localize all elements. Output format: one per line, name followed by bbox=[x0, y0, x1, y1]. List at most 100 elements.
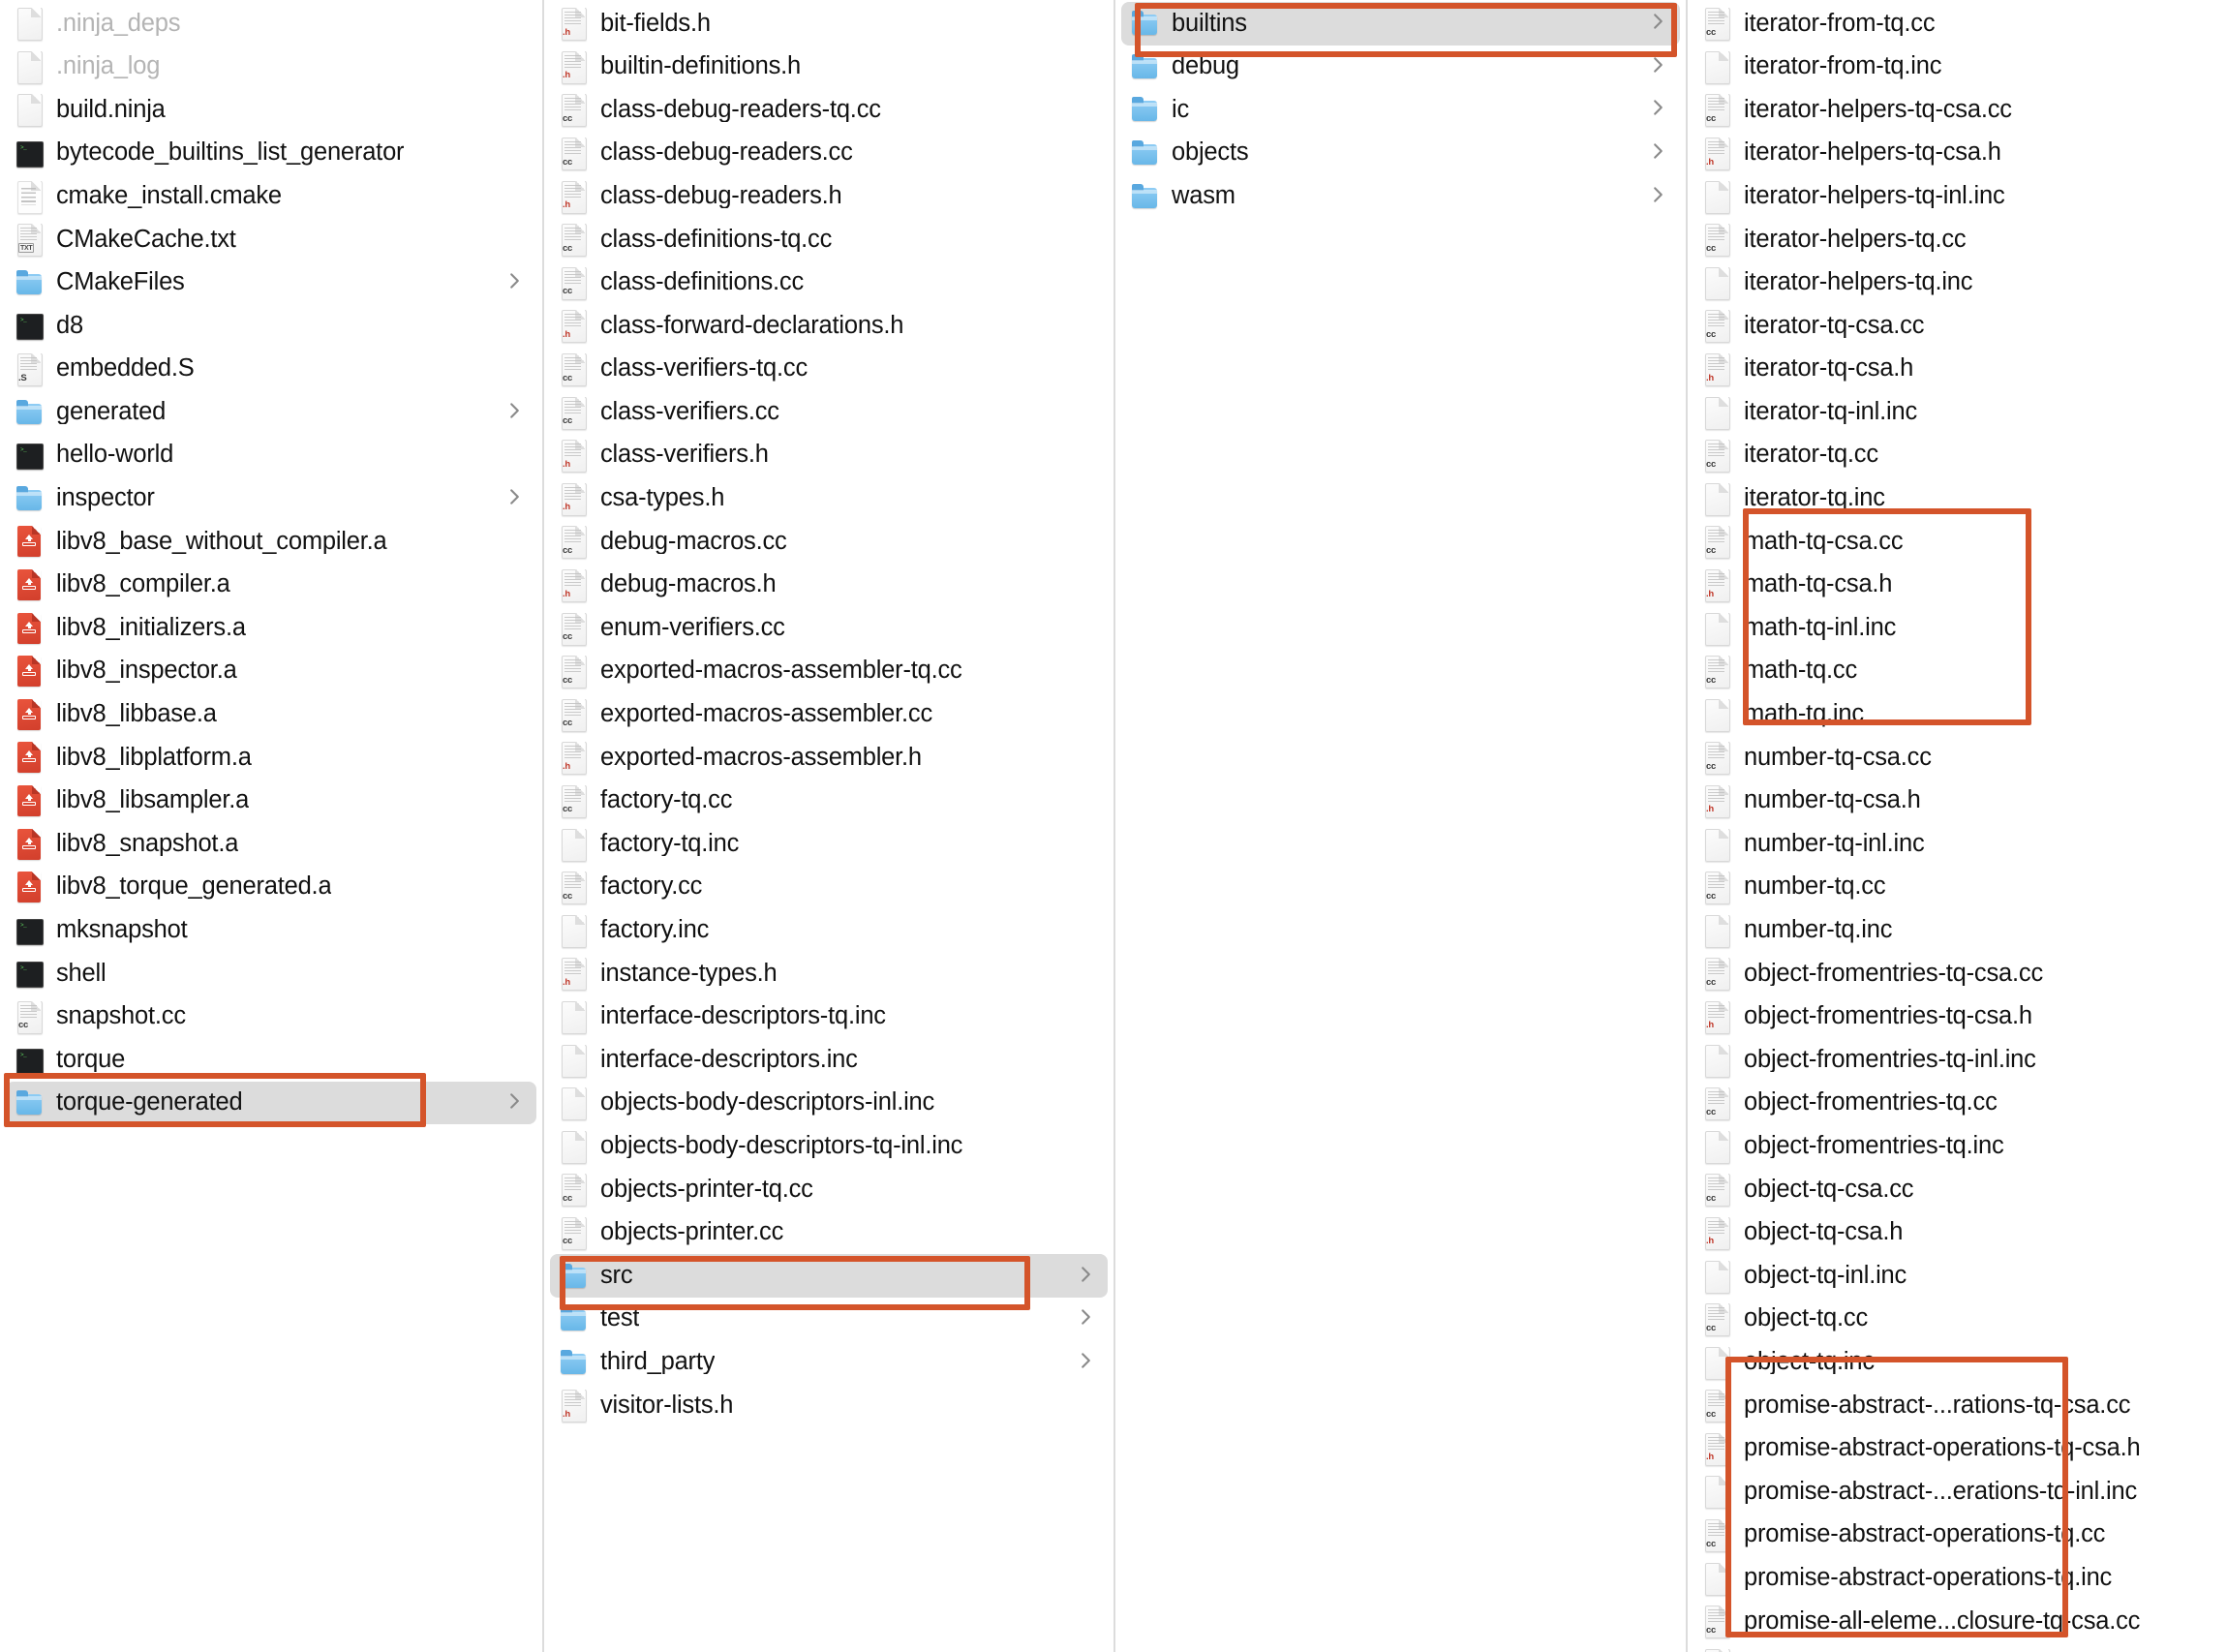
disclosure-chevron-icon[interactable] bbox=[1081, 1266, 1094, 1287]
file-row[interactable]: >_ torque bbox=[6, 1038, 536, 1082]
file-row[interactable]: object-tq-inl.inc bbox=[1693, 1254, 2221, 1298]
file-row[interactable]: cc promise-abstract-...rations-tq-csa.cc bbox=[1693, 1384, 2221, 1427]
file-row[interactable]: cc objects-printer-tq.cc bbox=[550, 1168, 1108, 1211]
file-row[interactable]: .h promise-abstract-operations-tq-csa.h bbox=[1693, 1427, 2221, 1471]
folder-row[interactable]: objects bbox=[1121, 132, 1680, 175]
file-row[interactable]: interface-descriptors.inc bbox=[550, 1038, 1108, 1082]
file-row[interactable]: object-fromentries-tq.inc bbox=[1693, 1124, 2221, 1168]
folder-row[interactable]: generated bbox=[6, 390, 536, 434]
file-row[interactable]: cc number-tq-csa.cc bbox=[1693, 736, 2221, 780]
file-row[interactable]: .h class-verifiers.h bbox=[550, 434, 1108, 477]
file-row[interactable]: >_ shell bbox=[6, 952, 536, 995]
file-row[interactable]: cc snapshot.cc bbox=[6, 995, 536, 1039]
file-row[interactable]: libv8_torque_generated.a bbox=[6, 866, 536, 909]
file-row[interactable]: number-tq.inc bbox=[1693, 908, 2221, 952]
file-row[interactable]: cc exported-macros-assembler.cc bbox=[550, 693, 1108, 737]
file-row[interactable]: .h number-tq-csa.h bbox=[1693, 780, 2221, 823]
file-row[interactable]: object-fromentries-tq-inl.inc bbox=[1693, 1038, 2221, 1082]
file-row[interactable]: cc object-tq-csa.cc bbox=[1693, 1168, 2221, 1211]
file-row[interactable]: >_ d8 bbox=[6, 304, 536, 348]
file-row[interactable]: libv8_compiler.a bbox=[6, 564, 536, 607]
file-row[interactable]: libv8_libsampler.a bbox=[6, 780, 536, 823]
file-row[interactable]: cc iterator-from-tq.cc bbox=[1693, 2, 2221, 46]
file-row[interactable]: >_ mksnapshot bbox=[6, 908, 536, 952]
disclosure-chevron-icon[interactable] bbox=[1653, 186, 1666, 207]
folder-row[interactable]: torque-generated bbox=[6, 1081, 536, 1125]
file-row[interactable]: .h class-debug-readers.h bbox=[550, 174, 1108, 218]
disclosure-chevron-icon[interactable] bbox=[509, 402, 523, 423]
folder-row[interactable]: CMakeFiles bbox=[6, 261, 536, 305]
finder-column-3[interactable]: builtins debug ic objects wasm bbox=[1115, 0, 1688, 1652]
file-row[interactable]: cc class-definitions-tq.cc bbox=[550, 218, 1108, 261]
file-row[interactable]: libv8_libplatform.a bbox=[6, 736, 536, 780]
file-row[interactable]: cmake_install.cmake bbox=[6, 174, 536, 218]
file-row[interactable]: .h builtin-definitions.h bbox=[550, 46, 1108, 89]
file-row[interactable]: iterator-from-tq.inc bbox=[1693, 46, 2221, 89]
file-row[interactable]: .ninja_deps bbox=[6, 2, 536, 46]
folder-row[interactable]: debug bbox=[1121, 46, 1680, 89]
file-row[interactable]: cc exported-macros-assembler-tq.cc bbox=[550, 650, 1108, 693]
file-row[interactable]: libv8_initializers.a bbox=[6, 606, 536, 650]
folder-row[interactable]: inspector bbox=[6, 477, 536, 521]
file-row[interactable]: promise-abstract-operations-tq.inc bbox=[1693, 1556, 2221, 1600]
file-row[interactable]: cc class-verifiers-tq.cc bbox=[550, 348, 1108, 391]
file-row[interactable]: .h object-tq-csa.h bbox=[1693, 1211, 2221, 1255]
file-row[interactable]: libv8_snapshot.a bbox=[6, 822, 536, 866]
file-row[interactable]: cc promise-abstract-operations-tq.cc bbox=[1693, 1514, 2221, 1557]
file-row[interactable]: cc object-fromentries-tq-csa.cc bbox=[1693, 952, 2221, 995]
file-row[interactable]: cc object-fromentries-tq.cc bbox=[1693, 1082, 2221, 1125]
disclosure-chevron-icon[interactable] bbox=[1081, 1308, 1094, 1330]
file-row[interactable]: .h iterator-helpers-tq-csa.h bbox=[1693, 132, 2221, 175]
file-row[interactable]: cc iterator-tq.cc bbox=[1693, 434, 2221, 477]
file-row[interactable]: .ninja_log bbox=[6, 46, 536, 89]
disclosure-chevron-icon[interactable] bbox=[1653, 142, 1666, 164]
disclosure-chevron-icon[interactable] bbox=[1653, 56, 1666, 77]
file-row[interactable]: >_ hello-world bbox=[6, 434, 536, 477]
file-row[interactable]: cc objects-printer.cc bbox=[550, 1211, 1108, 1255]
file-row[interactable]: .h csa-types.h bbox=[550, 477, 1108, 521]
file-row[interactable]: .h instance-types.h bbox=[550, 952, 1108, 995]
file-row[interactable]: cc math-tq.cc bbox=[1693, 650, 2221, 693]
file-row[interactable]: .hpromise-all-element-closure-tq-csa.h bbox=[1693, 1643, 2221, 1652]
file-row[interactable]: TXT CMakeCache.txt bbox=[6, 218, 536, 261]
file-row[interactable]: cc number-tq.cc bbox=[1693, 866, 2221, 909]
file-row[interactable]: cc iterator-helpers-tq-csa.cc bbox=[1693, 88, 2221, 132]
disclosure-chevron-icon[interactable] bbox=[509, 488, 523, 509]
file-row[interactable]: iterator-helpers-tq.inc bbox=[1693, 261, 2221, 305]
folder-row[interactable]: wasm bbox=[1121, 174, 1680, 218]
file-row[interactable]: cc promise-all-eleme...closure-tq-csa.cc bbox=[1693, 1600, 2221, 1643]
disclosure-chevron-icon[interactable] bbox=[1653, 13, 1666, 34]
disclosure-chevron-icon[interactable] bbox=[1081, 1352, 1094, 1373]
file-row[interactable]: cc class-debug-readers-tq.cc bbox=[550, 88, 1108, 132]
file-row[interactable]: >_ bytecode_builtins_list_generator bbox=[6, 132, 536, 175]
disclosure-chevron-icon[interactable] bbox=[509, 1092, 523, 1114]
folder-row[interactable]: third_party bbox=[550, 1340, 1108, 1384]
file-row[interactable]: .h math-tq-csa.h bbox=[1693, 564, 2221, 607]
folder-row[interactable]: src bbox=[550, 1254, 1108, 1298]
file-row[interactable]: .h visitor-lists.h bbox=[550, 1384, 1108, 1427]
disclosure-chevron-icon[interactable] bbox=[1653, 99, 1666, 120]
file-row[interactable]: cc factory.cc bbox=[550, 866, 1108, 909]
file-row[interactable]: objects-body-descriptors-tq-inl.inc bbox=[550, 1124, 1108, 1168]
folder-row[interactable]: builtins bbox=[1121, 2, 1680, 46]
finder-column-2[interactable]: .h bit-fields.h .h builtin-definitions.h cc c… bbox=[544, 0, 1115, 1652]
file-row[interactable]: libv8_base_without_compiler.a bbox=[6, 520, 536, 564]
folder-row[interactable]: test bbox=[550, 1298, 1108, 1341]
file-row[interactable]: factory.inc bbox=[550, 908, 1108, 952]
file-row[interactable]: .h debug-macros.h bbox=[550, 564, 1108, 607]
file-row[interactable]: cc class-verifiers.cc bbox=[550, 390, 1108, 434]
file-row[interactable]: objects-body-descriptors-inl.inc bbox=[550, 1082, 1108, 1125]
disclosure-chevron-icon[interactable] bbox=[509, 272, 523, 293]
file-row[interactable]: libv8_inspector.a bbox=[6, 650, 536, 693]
file-row[interactable]: cc debug-macros.cc bbox=[550, 520, 1108, 564]
file-row[interactable]: interface-descriptors-tq.inc bbox=[550, 995, 1108, 1039]
file-row[interactable]: number-tq-inl.inc bbox=[1693, 822, 2221, 866]
file-row[interactable]: iterator-helpers-tq-inl.inc bbox=[1693, 174, 2221, 218]
file-row[interactable]: .h class-forward-declarations.h bbox=[550, 304, 1108, 348]
file-row[interactable]: cc class-definitions.cc bbox=[550, 261, 1108, 305]
file-row[interactable]: .h iterator-tq-csa.h bbox=[1693, 348, 2221, 391]
finder-column-1[interactable]: .ninja_deps .ninja_log build.ninja >_ byteco… bbox=[0, 0, 544, 1652]
file-row[interactable]: cc object-tq.cc bbox=[1693, 1298, 2221, 1341]
file-row[interactable]: libv8_libbase.a bbox=[6, 693, 536, 737]
file-row[interactable]: promise-abstract-...erations-tq-inl.inc bbox=[1693, 1470, 2221, 1514]
